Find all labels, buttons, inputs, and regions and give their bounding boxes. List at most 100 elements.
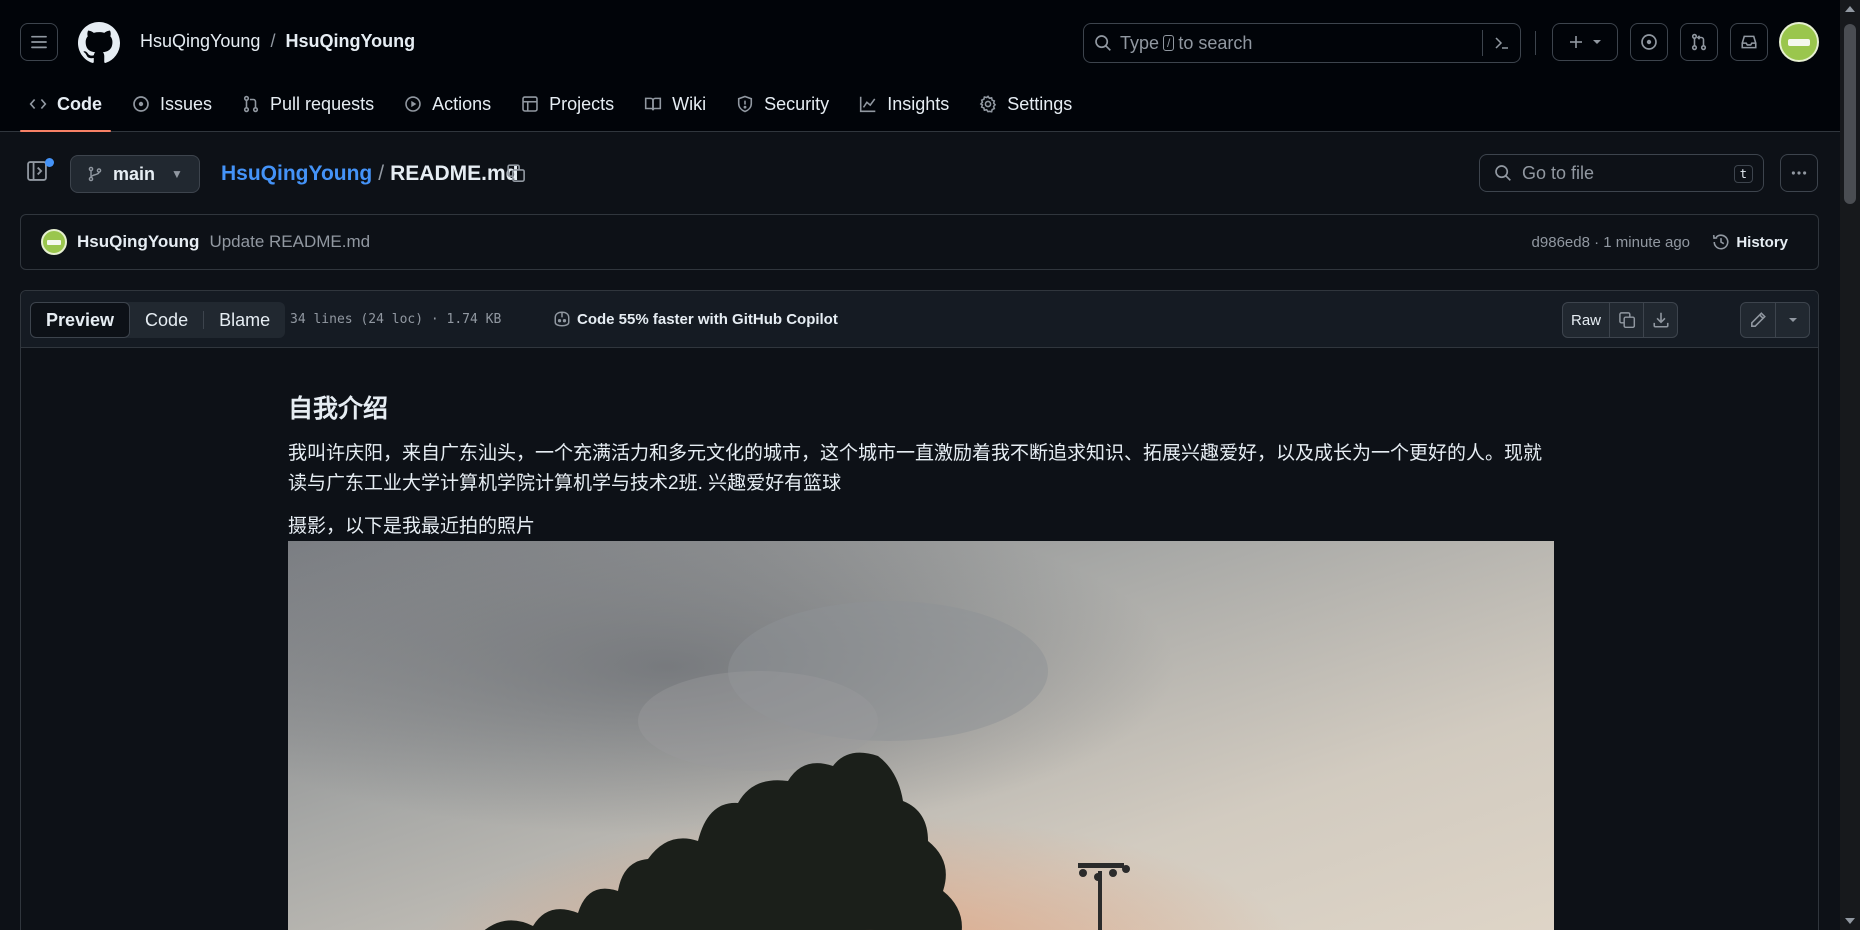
commit-message[interactable]: Update README.md <box>209 232 370 252</box>
readme-photo-caption: 摄影，以下是我最近拍的照片 <box>288 516 536 537</box>
tab-pull-requests[interactable]: Pull requests <box>233 84 383 124</box>
commit-author-avatar[interactable] <box>41 229 67 255</box>
inbox-icon <box>1741 35 1757 49</box>
breadcrumb-repo-link[interactable]: HsuQingYoung <box>221 162 372 185</box>
book-icon <box>645 97 662 111</box>
search-input[interactable]: Type / to search <box>1083 23 1521 63</box>
issue-icon <box>133 96 149 112</box>
pencil-icon <box>1751 312 1766 327</box>
commit-meta[interactable]: d986ed8 · 1 minute ago <box>1532 234 1690 251</box>
go-to-file-input[interactable]: Go to file t <box>1479 154 1764 192</box>
search-suffix: to search <box>1178 32 1253 53</box>
search-key-hint: / <box>1163 35 1175 51</box>
go-to-file-key-hint: t <box>1733 165 1753 183</box>
repo-context: HsuQingYoung / HsuQingYoung <box>140 31 415 52</box>
tab-label: Settings <box>1007 93 1073 114</box>
shield-icon <box>738 95 753 113</box>
copy-path-button[interactable] <box>506 163 526 188</box>
copy-icon <box>1618 312 1635 329</box>
owner-link[interactable]: HsuQingYoung <box>140 31 260 51</box>
plus-icon <box>1570 36 1582 48</box>
tab-label: Wiki <box>672 93 707 114</box>
repo-nav: Code Issues Pull requests Actions Projec… <box>20 84 1093 132</box>
go-to-file-placeholder: Go to file <box>1522 162 1595 183</box>
edit-file-button[interactable] <box>1741 303 1775 337</box>
tab-label: Security <box>764 93 830 114</box>
tab-code[interactable]: Code <box>20 84 111 132</box>
search-icon <box>1095 35 1111 51</box>
repo-link[interactable]: HsuQingYoung <box>285 31 415 51</box>
triangle-down-icon: ▼ <box>171 167 183 181</box>
download-button[interactable] <box>1643 303 1677 337</box>
tab-issues[interactable]: Issues <box>123 84 221 124</box>
search-icon <box>1495 165 1511 181</box>
branch-selector[interactable]: main ▼ <box>70 155 200 193</box>
readme-content: 自我介绍 我叫许庆阳，来自广东汕头，一个充满活力和多元文化的城市，这个城市一直激… <box>288 389 1554 930</box>
tab-wiki[interactable]: Wiki <box>635 84 715 124</box>
readme-photo <box>288 541 1554 930</box>
breadcrumb-separator: / <box>378 162 385 185</box>
scroll-up-arrow-icon[interactable] <box>1845 6 1855 12</box>
your-issues-button[interactable] <box>1630 23 1668 61</box>
file-viewer: Preview Code Blame 34 lines (24 loc) · 1… <box>20 290 1819 930</box>
tab-label: Insights <box>887 93 950 114</box>
copilot-promo[interactable]: Code 55% faster with GitHub Copilot <box>553 310 838 328</box>
commit-author[interactable]: HsuQingYoung <box>77 232 199 252</box>
tab-insights[interactable]: Insights <box>850 84 958 124</box>
copy-raw-button[interactable] <box>1609 303 1643 337</box>
preview-tab[interactable]: Preview <box>30 302 131 338</box>
copilot-promo-text: Code 55% faster with GitHub Copilot <box>577 310 838 328</box>
tab-label: Projects <box>549 93 615 114</box>
code-view-tab[interactable]: Code <box>130 302 203 338</box>
tab-label: Issues <box>160 93 213 114</box>
pull-request-icon <box>1691 33 1707 51</box>
tab-settings[interactable]: Settings <box>970 84 1081 124</box>
edit-actions <box>1740 302 1810 338</box>
tab-security[interactable]: Security <box>727 84 838 124</box>
breadcrumb-file: README.md <box>390 162 519 185</box>
breadcrumb: HsuQingYoung / README.md <box>221 162 518 186</box>
triangle-down-icon <box>1788 318 1797 322</box>
inbox-button[interactable] <box>1730 23 1768 61</box>
play-icon <box>405 96 421 112</box>
notification-dot <box>45 158 54 167</box>
page-scrollbar[interactable] <box>1840 0 1860 930</box>
hamburger-icon <box>31 35 47 49</box>
branch-name: main <box>113 163 156 184</box>
terminal-icon <box>1494 37 1508 49</box>
search-prefix: Type <box>1120 32 1160 53</box>
file-size-info: 34 lines (24 loc) · 1.74 KB <box>290 312 502 327</box>
more-options-button[interactable] <box>1780 154 1818 192</box>
global-header: HsuQingYoung / HsuQingYoung Type / to sear… <box>0 0 1840 132</box>
header-divider <box>1535 31 1536 55</box>
tab-label: Code <box>57 93 102 114</box>
tab-actions[interactable]: Actions <box>395 84 500 124</box>
history-button[interactable]: History <box>1712 233 1788 251</box>
tab-projects[interactable]: Projects <box>512 84 623 124</box>
download-icon <box>1652 312 1669 328</box>
file-header: Preview Code Blame 34 lines (24 loc) · 1… <box>21 291 1818 348</box>
file-tree-toggle[interactable] <box>26 158 54 186</box>
menu-button[interactable] <box>20 23 58 61</box>
raw-button[interactable]: Raw <box>1563 303 1609 337</box>
create-new-button[interactable] <box>1552 23 1618 61</box>
kebab-horizontal-icon <box>1791 171 1807 175</box>
context-separator: / <box>270 31 276 51</box>
edit-options-dropdown[interactable] <box>1775 303 1809 337</box>
file-actions: Raw <box>1562 302 1678 338</box>
tab-label: Pull requests <box>270 93 375 114</box>
blame-tab[interactable]: Blame <box>204 302 285 338</box>
scroll-down-arrow-icon[interactable] <box>1845 918 1855 924</box>
your-pull-requests-button[interactable] <box>1680 23 1718 61</box>
history-icon <box>1713 234 1729 250</box>
tab-label: Actions <box>432 93 492 114</box>
view-mode-switcher: Preview Code Blame <box>30 302 286 338</box>
user-avatar[interactable] <box>1779 22 1819 62</box>
readme-heading: 自我介绍 <box>288 395 389 423</box>
github-logo-icon[interactable] <box>78 22 120 64</box>
scrollbar-thumb[interactable] <box>1844 24 1856 204</box>
history-label: History <box>1736 233 1788 251</box>
command-palette-button[interactable] <box>1482 30 1520 56</box>
pull-request-icon <box>243 95 259 113</box>
gear-icon <box>979 95 997 113</box>
